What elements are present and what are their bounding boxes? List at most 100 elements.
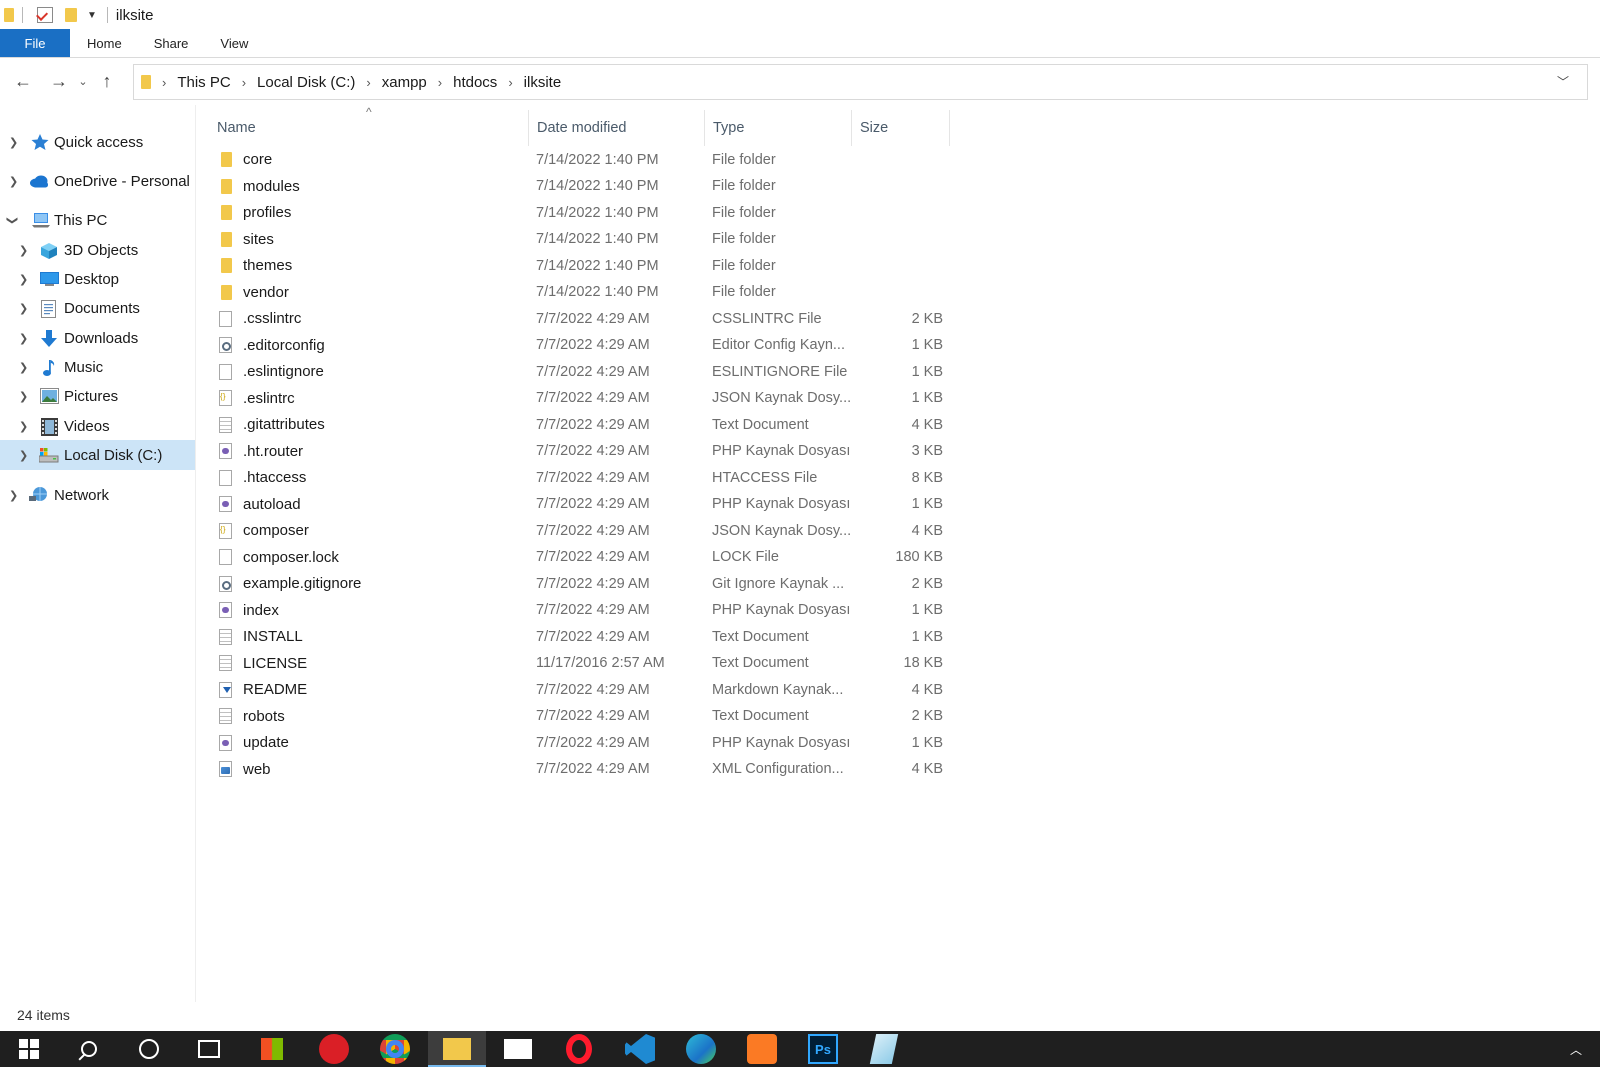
cortana-button[interactable] (120, 1031, 178, 1067)
back-icon[interactable]: ← (8, 67, 38, 97)
sidebar-item-local-disk[interactable]: ❯ Local Disk (C:) (0, 440, 195, 470)
sidebar-item-this-pc[interactable]: ❯ This PC (0, 205, 195, 235)
table-row[interactable]: vendor 7/14/2022 1:40 PM File folder (218, 279, 953, 306)
table-row[interactable]: LICENSE 11/17/2016 2:57 AM Text Document 18… (218, 650, 953, 677)
table-row[interactable]: robots 7/7/2022 4:29 AM Text Document 2 KB (218, 703, 953, 730)
taskbar-app-creative-cloud[interactable] (305, 1031, 363, 1067)
chevron-right-icon[interactable]: ❯ (19, 390, 28, 403)
chevron-right-icon[interactable]: › (366, 75, 370, 90)
taskbar-app-store[interactable] (243, 1031, 301, 1067)
table-row[interactable]: INSTALL 7/7/2022 4:29 AM Text Document 1 KB (218, 623, 953, 650)
sidebar-item-onedrive[interactable]: ❯ OneDrive - Personal (0, 166, 195, 196)
table-row[interactable]: example.gitignore 7/7/2022 4:29 AM Git Ign… (218, 570, 953, 597)
chevron-right-icon[interactable]: ❯ (19, 273, 28, 286)
chevron-right-icon[interactable]: › (438, 75, 442, 90)
sidebar-item-pictures[interactable]: ❯ Pictures (0, 381, 195, 411)
file-name-cell[interactable]: README (218, 676, 528, 703)
taskbar-app-edge[interactable] (672, 1031, 730, 1067)
recent-locations-icon[interactable]: ⌄ (74, 67, 92, 97)
task-view-button[interactable] (180, 1031, 238, 1067)
file-name-cell[interactable]: .eslintrc (218, 385, 528, 412)
chevron-right-icon[interactable]: ❯ (19, 361, 28, 374)
file-name-cell[interactable]: web (218, 756, 528, 783)
file-name-cell[interactable]: autoload (218, 491, 528, 518)
chevron-right-icon[interactable]: ❯ (9, 489, 18, 502)
taskbar-app-xampp[interactable] (733, 1031, 791, 1067)
sidebar-item-3d-objects[interactable]: ❯ 3D Objects (0, 235, 195, 265)
start-button[interactable] (0, 1031, 58, 1067)
file-name-cell[interactable]: profiles (218, 199, 528, 226)
file-name-cell[interactable]: example.gitignore (218, 570, 528, 597)
sidebar-item-network[interactable]: ❯ Network (0, 480, 195, 510)
table-row[interactable]: sites 7/14/2022 1:40 PM File folder (218, 226, 953, 253)
table-row[interactable]: .htaccess 7/7/2022 4:29 AM HTACCESS File 8 … (218, 464, 953, 491)
chevron-right-icon[interactable]: › (162, 75, 166, 90)
chevron-right-icon[interactable]: ❯ (9, 136, 18, 149)
file-name-cell[interactable]: .gitattributes (218, 411, 528, 438)
customize-toolbar-icon[interactable]: ▼ (87, 10, 97, 21)
tab-home[interactable]: Home (70, 29, 138, 57)
file-name-cell[interactable]: modules (218, 173, 528, 200)
table-row[interactable]: modules 7/14/2022 1:40 PM File folder (218, 173, 953, 200)
table-row[interactable]: composer 7/7/2022 4:29 AM JSON Kaynak Dosy… (218, 517, 953, 544)
breadcrumb-local-disk[interactable]: Local Disk (C:) (257, 74, 355, 91)
taskbar-app-opera[interactable] (550, 1031, 608, 1067)
forward-icon[interactable]: → (44, 67, 74, 97)
file-name-cell[interactable]: .eslintignore (218, 358, 528, 385)
table-row[interactable]: .gitattributes 7/7/2022 4:29 AM Text Docum… (218, 411, 953, 438)
chevron-right-icon[interactable]: ❯ (19, 332, 28, 345)
table-row[interactable]: update 7/7/2022 4:29 AM PHP Kaynak Dosyası… (218, 729, 953, 756)
sidebar-item-videos[interactable]: ❯ Videos (0, 411, 195, 441)
table-row[interactable]: .eslintrc 7/7/2022 4:29 AM JSON Kaynak Dos… (218, 385, 953, 412)
chevron-right-icon[interactable]: ❯ (19, 302, 28, 315)
file-name-cell[interactable]: .editorconfig (218, 332, 528, 359)
sidebar-item-music[interactable]: ❯ Music (0, 352, 195, 382)
address-bar[interactable]: › This PC › Local Disk (C:) › xampp › ht… (133, 64, 1588, 100)
chevron-right-icon[interactable]: › (242, 75, 246, 90)
file-name-cell[interactable]: composer (218, 517, 528, 544)
chevron-down-icon[interactable]: ﹀ (1557, 73, 1569, 90)
table-row[interactable]: .ht.router 7/7/2022 4:29 AM PHP Kaynak Dos… (218, 438, 953, 465)
file-name-cell[interactable]: index (218, 597, 528, 624)
file-name-cell[interactable]: composer.lock (218, 544, 528, 571)
column-header-date-modified[interactable]: Date modified (529, 110, 705, 146)
table-row[interactable]: composer.lock 7/7/2022 4:29 AM LOCK File 18… (218, 544, 953, 571)
breadcrumb-ilksite[interactable]: ilksite (524, 74, 562, 91)
table-row[interactable]: .eslintignore 7/7/2022 4:29 AM ESLINTIGNOR… (218, 358, 953, 385)
file-name-cell[interactable]: update (218, 729, 528, 756)
file-name-cell[interactable]: robots (218, 703, 528, 730)
file-name-cell[interactable]: .ht.router (218, 438, 528, 465)
sidebar-item-downloads[interactable]: ❯ Downloads (0, 323, 195, 353)
column-header-name[interactable]: Name (209, 110, 529, 146)
taskbar-app-mail[interactable] (489, 1031, 547, 1067)
chevron-right-icon[interactable]: ❯ (19, 420, 28, 433)
file-name-cell[interactable]: LICENSE (218, 650, 528, 677)
table-row[interactable]: .csslintrc 7/7/2022 4:29 AM CSSLINTRC File… (218, 305, 953, 332)
table-row[interactable]: profiles 7/14/2022 1:40 PM File folder (218, 199, 953, 226)
table-row[interactable]: core 7/14/2022 1:40 PM File folder (218, 146, 953, 173)
sidebar-item-documents[interactable]: ❯ Documents (0, 293, 195, 323)
file-name-cell[interactable]: core (218, 146, 528, 173)
taskbar-search-button[interactable] (60, 1031, 118, 1067)
taskbar-app-file-explorer[interactable] (428, 1031, 486, 1067)
breadcrumb-this-pc[interactable]: This PC (177, 74, 230, 91)
taskbar-app-vscode[interactable] (611, 1031, 669, 1067)
taskbar-app-notepad[interactable] (855, 1031, 913, 1067)
chevron-right-icon[interactable]: ❯ (19, 449, 28, 462)
sidebar-item-quick-access[interactable]: ❯ Quick access (0, 127, 195, 157)
taskbar-app-chrome[interactable] (366, 1031, 424, 1067)
up-icon[interactable]: ↑ (92, 67, 122, 97)
file-name-cell[interactable]: INSTALL (218, 623, 528, 650)
file-name-cell[interactable]: .htaccess (218, 464, 528, 491)
file-name-cell[interactable]: sites (218, 226, 528, 253)
table-row[interactable]: themes 7/14/2022 1:40 PM File folder (218, 252, 953, 279)
file-name-cell[interactable]: .csslintrc (218, 305, 528, 332)
tab-share[interactable]: Share (138, 29, 205, 57)
chevron-right-icon[interactable]: › (508, 75, 512, 90)
taskbar-app-photoshop[interactable]: Ps (794, 1031, 852, 1067)
table-row[interactable]: web 7/7/2022 4:29 AM XML Configuration... 4… (218, 756, 953, 783)
tab-file[interactable]: File (0, 29, 70, 57)
show-hidden-icons-icon[interactable]: ︿ (1570, 1041, 1582, 1058)
tab-view[interactable]: View (204, 29, 264, 57)
chevron-down-icon[interactable]: ❯ (6, 215, 19, 224)
